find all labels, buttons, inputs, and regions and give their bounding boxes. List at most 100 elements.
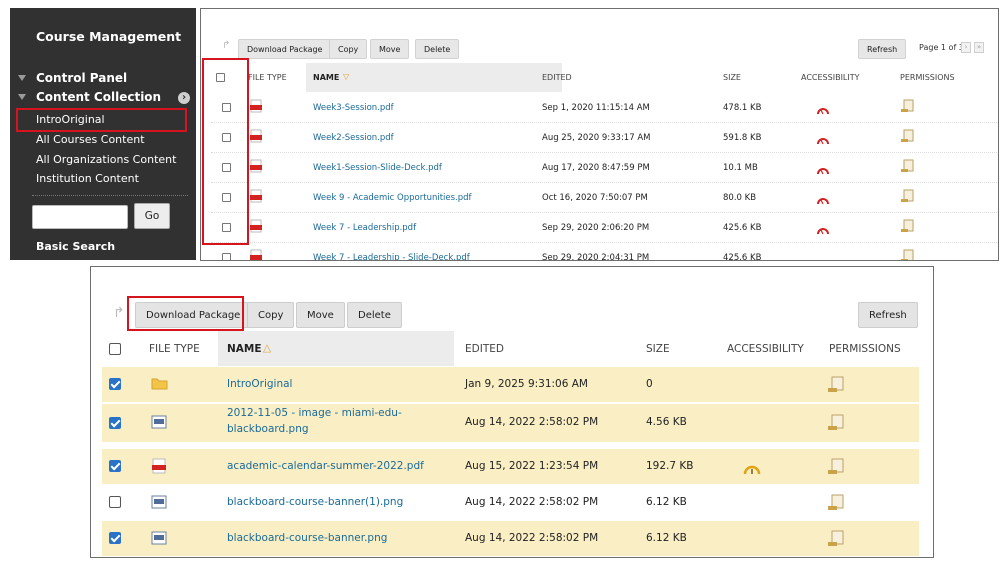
row-divider: [211, 182, 998, 183]
pdf-file-icon: [250, 159, 262, 173]
accessibility-header: ACCESSIBILITY: [801, 73, 860, 82]
edited-header: EDITED: [465, 343, 504, 355]
select-all-checkbox[interactable]: [109, 343, 121, 355]
row-checkbox[interactable]: [109, 378, 121, 390]
row-checkbox[interactable]: [222, 133, 231, 142]
sidebar-title: Course Management: [36, 29, 182, 44]
file-name-link[interactable]: IntroOriginal: [227, 378, 292, 390]
row-divider: [211, 212, 998, 213]
permissions-icon[interactable]: [901, 99, 915, 113]
file-name-link[interactable]: Week 9 - Academic Opportunities.pdf: [313, 193, 472, 203]
basic-search-link[interactable]: Basic Search: [36, 240, 115, 253]
file-name-link-line1[interactable]: 2012-11-05 - image - miami-edu-: [227, 407, 402, 419]
file-name-link[interactable]: blackboard-course-banner(1).png: [227, 496, 403, 508]
pdf-file-icon: [250, 189, 262, 203]
refresh-button[interactable]: Refresh: [858, 302, 918, 328]
row-checkbox[interactable]: [109, 532, 121, 544]
edited-date: Sep 29, 2020 2:06:20 PM: [542, 223, 650, 233]
accessibility-score-icon[interactable]: [816, 195, 830, 205]
file-name-link[interactable]: Week1-Session-Slide-Deck.pdf: [313, 163, 442, 173]
page-indicator: Page 1 of 3: [919, 43, 964, 52]
permissions-icon[interactable]: [828, 530, 845, 547]
delete-button[interactable]: Delete: [415, 39, 460, 59]
edited-date: Sep 29, 2020 2:04:31 PM: [542, 253, 650, 261]
accessibility-score-icon[interactable]: [743, 464, 761, 475]
download-package-button[interactable]: Download Package: [238, 39, 332, 59]
content-collection-toggle[interactable]: Content Collection: [18, 90, 161, 104]
file-name-link[interactable]: academic-calendar-summer-2022.pdf: [227, 460, 424, 472]
permissions-icon[interactable]: [901, 189, 915, 203]
file-name-link[interactable]: blackboard-course-banner.png: [227, 532, 387, 544]
row-checkbox[interactable]: [222, 103, 231, 112]
file-size: 425.6 KB: [723, 253, 762, 261]
name-header-cell[interactable]: NAME △: [218, 331, 454, 366]
move-button[interactable]: Move: [370, 39, 410, 59]
permissions-icon[interactable]: [828, 376, 845, 393]
row-checkbox[interactable]: [222, 253, 231, 260]
next-page-icon[interactable]: ›: [961, 42, 971, 53]
refresh-button[interactable]: Refresh: [858, 39, 907, 59]
sidebar-item-introoriginal[interactable]: IntroOriginal: [36, 113, 105, 126]
file-name-link[interactable]: Week 7 - Leadership - Slide-Deck.pdf: [313, 253, 470, 260]
accessibility-score-icon[interactable]: [816, 105, 830, 115]
table-row: IntroOriginal Jan 9, 2025 9:31:06 AM 0: [102, 367, 919, 402]
pdf-file-icon: [250, 219, 262, 233]
sidebar-item-institution-content[interactable]: Institution Content: [36, 172, 139, 185]
permissions-icon[interactable]: [901, 129, 915, 143]
file-name-link[interactable]: Week 7 - Leadership.pdf: [313, 223, 416, 233]
size-header: SIZE: [646, 343, 670, 355]
edited-header: EDITED: [542, 73, 572, 82]
file-size: 192.7 KB: [646, 460, 694, 472]
copy-button[interactable]: Copy: [329, 39, 368, 59]
file-size: 6.12 KB: [646, 532, 687, 544]
accessibility-score-icon[interactable]: [816, 165, 830, 175]
accessibility-score-icon[interactable]: [816, 135, 830, 145]
sort-arrow-icon: ▽: [343, 72, 350, 81]
name-header: NAME: [313, 73, 340, 82]
sidebar-item-all-organizations-content[interactable]: All Organizations Content: [36, 153, 176, 166]
edited-date: Aug 15, 2022 1:23:54 PM: [465, 460, 599, 472]
name-header: NAME: [227, 343, 262, 355]
row-checkbox[interactable]: [222, 223, 231, 232]
last-page-icon[interactable]: »: [974, 42, 984, 53]
permissions-icon[interactable]: [828, 494, 845, 511]
permissions-icon[interactable]: [901, 249, 915, 261]
row-checkbox[interactable]: [222, 193, 231, 202]
name-header-cell[interactable]: NAME ▽: [306, 63, 562, 92]
sort-arrow-icon: △: [263, 342, 272, 354]
sidebar-item-all-courses-content[interactable]: All Courses Content: [36, 133, 145, 146]
edited-date: Oct 16, 2020 7:50:07 PM: [542, 193, 648, 203]
sidebar-search-input[interactable]: [32, 205, 128, 229]
move-button[interactable]: Move: [296, 302, 345, 328]
permissions-header: PERMISSIONS: [900, 73, 955, 82]
pdf-file-icon: [250, 249, 262, 260]
row-checkbox[interactable]: [109, 496, 121, 508]
accessibility-score-icon[interactable]: [816, 225, 830, 235]
image-file-icon: [151, 495, 167, 509]
collapse-triangle-icon: [18, 75, 26, 81]
table-row: academic-calendar-summer-2022.pdf Aug 15…: [102, 449, 919, 484]
row-checkbox[interactable]: [109, 417, 121, 429]
select-all-checkbox[interactable]: [216, 73, 225, 82]
copy-button[interactable]: Copy: [247, 302, 295, 328]
download-package-button[interactable]: Download Package: [135, 302, 252, 328]
permissions-icon[interactable]: [828, 458, 845, 475]
permissions-icon[interactable]: [828, 414, 845, 431]
go-button[interactable]: Go: [134, 203, 170, 229]
file-name-link-line2[interactable]: blackboard.png: [227, 423, 309, 435]
permissions-icon[interactable]: [901, 219, 915, 233]
file-name-link[interactable]: Week2-Session.pdf: [313, 133, 394, 143]
size-header: SIZE: [723, 73, 741, 82]
control-panel-label: Control Panel: [36, 71, 128, 85]
permissions-icon[interactable]: [901, 159, 915, 173]
select-arrow-icon: ↱: [222, 40, 231, 51]
table-row: 2012-11-05 - image - miami-edu- blackboa…: [102, 404, 919, 442]
control-panel-toggle[interactable]: Control Panel: [18, 71, 127, 85]
expand-circle-icon[interactable]: ›: [178, 92, 190, 104]
row-checkbox[interactable]: [222, 163, 231, 172]
file-size: 591.8 KB: [723, 133, 762, 143]
file-name-link[interactable]: Week3-Session.pdf: [313, 103, 394, 113]
accessibility-header: ACCESSIBILITY: [727, 343, 804, 355]
delete-button[interactable]: Delete: [347, 302, 402, 328]
row-checkbox[interactable]: [109, 460, 121, 472]
